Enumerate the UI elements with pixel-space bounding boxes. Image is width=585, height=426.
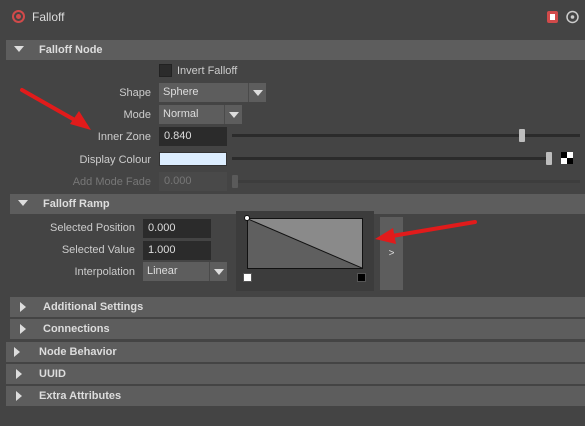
window-title: Falloff [32, 10, 65, 24]
expand-arrow-icon [20, 302, 26, 312]
selected-value-value: 1.000 [148, 244, 176, 256]
inner-zone-value: 0.840 [164, 130, 192, 142]
display-colour-swatch[interactable] [159, 152, 227, 166]
section-falloff-node[interactable]: Falloff Node [6, 40, 585, 60]
section-additional-settings[interactable]: Additional Settings [10, 297, 585, 317]
chevron-down-icon[interactable] [209, 262, 227, 281]
add-mode-fade-slider-handle [232, 175, 238, 188]
add-mode-fade-value: 0.000 [164, 175, 192, 187]
selected-value-label: Selected Value [61, 244, 135, 256]
collapse-arrow-icon [14, 46, 24, 52]
section-label: Falloff Ramp [43, 198, 110, 210]
invert-falloff-label: Invert Falloff [177, 65, 238, 77]
display-colour-label: Display Colour [79, 154, 151, 166]
selected-position-label: Selected Position [50, 222, 135, 234]
section-node-behavior[interactable]: Node Behavior [6, 342, 585, 362]
inner-zone-slider-track[interactable] [232, 134, 580, 137]
expand-arrow-icon [20, 324, 26, 334]
ramp-expand-button[interactable]: > [380, 217, 403, 290]
expand-arrow-icon [14, 347, 20, 357]
mode-label: Mode [123, 109, 151, 121]
falloff-node-icon [12, 10, 25, 23]
display-colour-slider-handle[interactable] [546, 152, 552, 165]
expand-arrow-icon [16, 369, 22, 379]
ramp-marker-white[interactable] [243, 273, 252, 282]
interpolation-value: Linear [147, 265, 178, 277]
expand-arrow-icon [16, 391, 22, 401]
add-mode-fade-label: Add Mode Fade [72, 176, 151, 188]
mode-dropdown[interactable]: Normal [159, 105, 242, 124]
chevron-down-icon[interactable] [224, 105, 242, 124]
section-label: UUID [39, 368, 66, 380]
shape-value: Sphere [163, 86, 199, 98]
mode-value: Normal [163, 108, 199, 120]
interpolation-dropdown[interactable]: Linear [143, 262, 227, 281]
settings-icon[interactable] [566, 10, 579, 24]
add-mode-fade-field: 0.000 [159, 172, 227, 191]
section-label: Additional Settings [43, 301, 144, 313]
display-colour-slider-track[interactable] [232, 157, 552, 160]
shape-dropdown[interactable]: Sphere [159, 83, 266, 102]
chevron-down-icon[interactable] [248, 83, 266, 102]
section-label: Connections [43, 323, 110, 335]
section-label: Falloff Node [39, 44, 103, 56]
section-label: Extra Attributes [39, 390, 122, 402]
ramp-marker-black[interactable] [357, 273, 366, 282]
inner-zone-slider-handle[interactable] [519, 129, 525, 142]
selected-value-field[interactable]: 1.000 [143, 241, 211, 260]
selected-position-field[interactable]: 0.000 [143, 219, 211, 238]
section-extra-attributes[interactable]: Extra Attributes [6, 386, 585, 406]
interpolation-label: Interpolation [74, 266, 135, 278]
ramp-curve [248, 219, 362, 268]
ramp-expand-label: > [388, 248, 395, 259]
invert-falloff-checkbox[interactable] [159, 64, 172, 77]
add-mode-fade-slider-track [232, 180, 580, 183]
section-uuid[interactable]: UUID [6, 364, 585, 384]
transparency-checker-icon[interactable] [561, 152, 573, 164]
inner-zone-label: Inner Zone [97, 131, 151, 143]
ramp-graph[interactable] [247, 218, 363, 269]
selected-position-value: 0.000 [148, 222, 176, 234]
section-label: Node Behavior [39, 346, 117, 358]
shape-label: Shape [119, 87, 151, 99]
section-connections[interactable]: Connections [10, 319, 585, 339]
preset-icon[interactable] [546, 10, 559, 24]
inner-zone-field[interactable]: 0.840 [159, 127, 227, 146]
collapse-arrow-icon [18, 200, 28, 206]
title-bar: Falloff [0, 0, 585, 34]
